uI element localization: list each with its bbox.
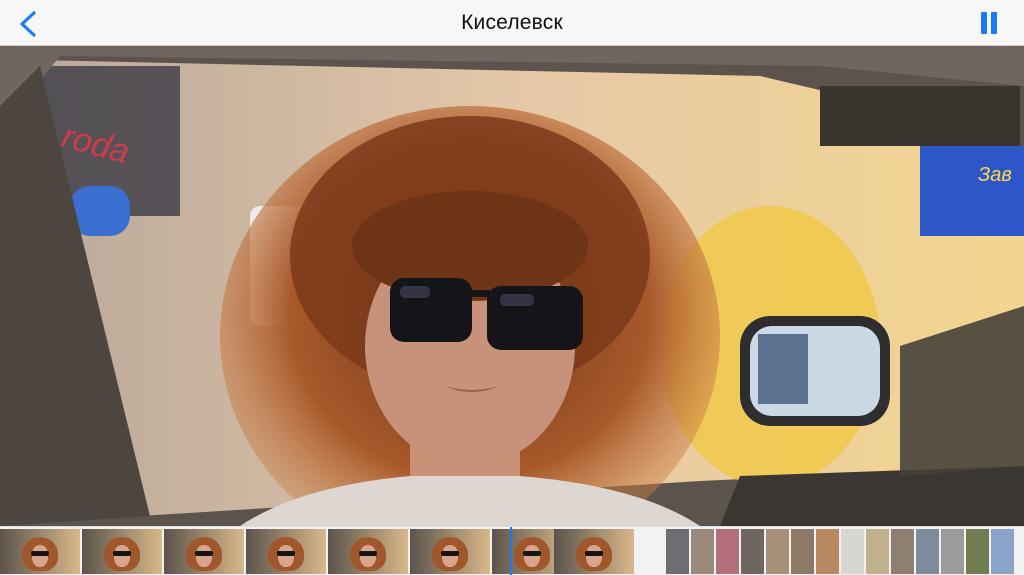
filmstrip-thumbnail[interactable] (966, 529, 989, 574)
filmstrip-thumbnail[interactable] (0, 529, 80, 574)
video-frame[interactable]: roda Зав (0, 46, 1024, 526)
filmstrip-thumbnail[interactable] (328, 529, 408, 574)
filmstrip-thumbnail[interactable] (246, 529, 326, 574)
filmstrip-thumbnail[interactable] (410, 529, 490, 574)
pause-button[interactable] (972, 8, 1006, 38)
video-frame-image: roda Зав (0, 46, 1024, 526)
filmstrip-thumbnail[interactable] (991, 529, 1014, 574)
filmstrip-thumbnail[interactable] (816, 529, 839, 574)
svg-text:Зав: Зав (978, 164, 1012, 186)
filmstrip-thumbnail[interactable] (164, 529, 244, 574)
filmstrip-thumbnail[interactable] (666, 529, 689, 574)
filmstrip-thumbnail[interactable] (554, 529, 634, 574)
filmstrip-thumbnail[interactable] (716, 529, 739, 574)
filmstrip-thumbnail[interactable] (866, 529, 889, 574)
filmstrip-thumbnail[interactable] (941, 529, 964, 574)
filmstrip-thumbnail[interactable] (891, 529, 914, 574)
filmstrip-thumbnail[interactable] (82, 529, 162, 574)
navigation-bar: Киселевск (0, 0, 1024, 46)
filmstrip-thumbnail[interactable] (791, 529, 814, 574)
playhead-marker[interactable] (510, 527, 512, 575)
pause-icon-bar (991, 12, 997, 34)
page-title: Киселевск (461, 11, 563, 34)
filmstrip-thumbnail[interactable] (766, 529, 789, 574)
filmstrip-thumbnail[interactable] (741, 529, 764, 574)
filmstrip-thumbnail[interactable] (916, 529, 939, 574)
filmstrip[interactable] (0, 526, 1024, 575)
filmstrip-thumbnail[interactable] (841, 529, 864, 574)
filmstrip-thumbnail[interactable] (691, 529, 714, 574)
pause-icon (981, 12, 987, 34)
